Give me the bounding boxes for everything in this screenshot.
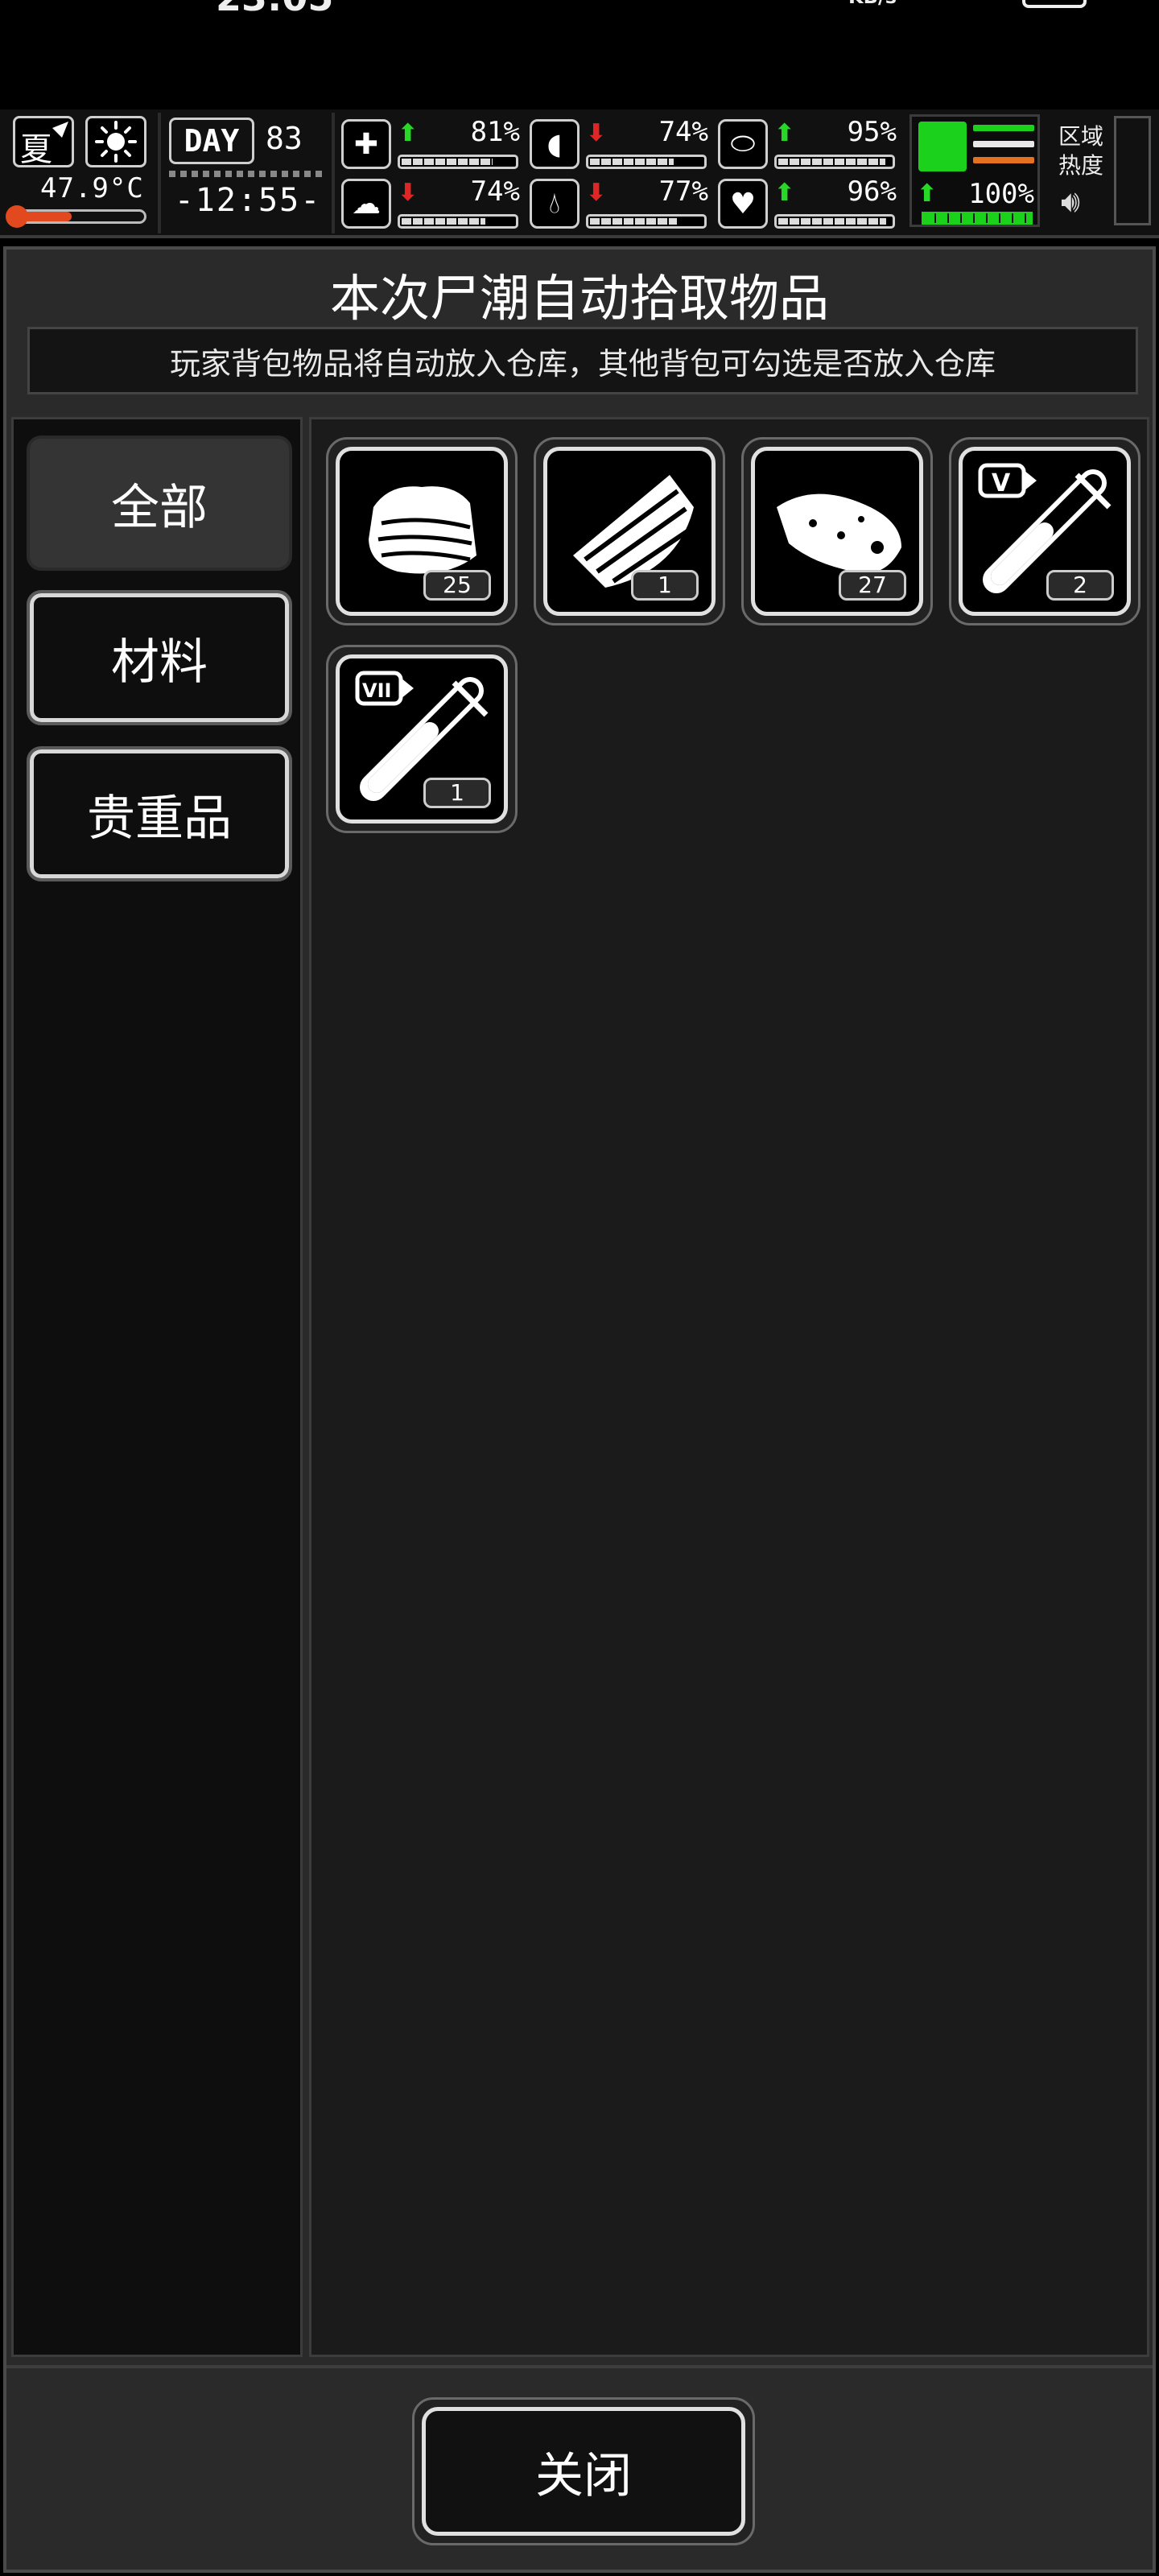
item-count: 2 [1046,570,1114,601]
stamina-bar [922,212,1033,225]
stat-bar [774,155,895,169]
item-slot[interactable]: 1 [534,437,725,625]
season-badge: 夏 [13,116,74,168]
item-count: 27 [839,570,906,601]
item-count: 1 [631,570,699,601]
day-number: 83 [266,121,303,156]
stamina-box: ⬆ 100% [909,114,1040,227]
trend-arrow-icon: ⬇ [586,179,607,207]
sun-icon [95,121,137,163]
tier-label: V [992,469,1011,497]
category-tab-materials[interactable]: 材料 [27,590,292,725]
stat-health: ✚ ⬆ 81% [341,116,523,172]
category-tab-valuables[interactable]: 贵重品 [27,746,292,881]
stat-heart: ♥ ⬆ 96% [718,175,900,232]
signal-icon [911,0,1008,8]
panel-subtitle: 玩家背包物品将自动放入仓库，其他背包可勾选是否放入仓库 [27,327,1138,394]
season-label: 夏 [20,131,52,168]
item-slot[interactable]: VII 1 [326,645,518,833]
stat-bar-fill [590,159,674,165]
item-slot[interactable]: V 2 [949,437,1140,625]
divider [332,113,335,233]
net-speed: KB/s [848,0,897,8]
stamina-percent: 100% [968,178,1034,210]
stat-hygiene: ⬭ ⬆ 95% [718,116,900,172]
status-bar: 23:05 KB/s [0,0,1159,105]
item-count: 1 [423,778,491,808]
close-button-label: 关闭 [422,2407,745,2536]
stomach-icon: ◖ [530,119,580,169]
zone-heat-label: 区域 热度 [1058,123,1103,179]
trend-arrow-icon: ⬆ [774,179,795,207]
day-label: DAY [169,118,254,164]
stat-percent: 77% [658,175,708,208]
stat-percent: 74% [470,175,520,208]
boot-icon [918,122,967,171]
heart-icon: ♥ [718,179,768,229]
stat-percent: 95% [847,116,897,148]
item-slot[interactable]: 25 [326,437,518,625]
trend-arrow-icon: ⬇ [586,119,607,147]
auto-loot-panel: 本次尸潮自动拾取物品 玩家背包物品将自动放入仓库，其他背包可勾选是否放入仓库 全… [3,246,1156,2573]
thermometer-icon [6,205,28,228]
water-drop-icon: 💧︎ [530,179,580,229]
close-button[interactable]: 关闭 [412,2397,755,2545]
category-sidebar: 全部 材料 贵重品 [11,417,303,2357]
game-clock: -12:55- [174,182,322,219]
tier-label: VII [362,679,391,702]
stat-bar-fill [590,218,677,225]
stat-thirst: 💧︎ ⬇ 77% [530,175,711,232]
status-icons: KB/s [848,0,1087,8]
item-count: 25 [423,570,491,601]
stamina-lines [973,125,1034,173]
stat-hunger: ◖ ⬇ 74% [530,116,711,172]
flag-icon [52,122,68,138]
item-grid: 25 1 27 V 2 VII 1 [309,417,1149,2357]
survival-hud: 夏 47.9°C DAY 83 -12:55- ✚ ⬆ 81% ◖ ⬇ 74% [0,109,1159,238]
category-tab-all[interactable]: 全部 [27,436,292,571]
stat-bar [398,155,518,169]
status-time: 23:05 [216,0,333,19]
battery-icon [1022,0,1087,8]
pill-icon: ⬭ [718,119,768,169]
divider [158,113,161,233]
stat-percent: 96% [847,175,897,208]
stat-bar-fill [402,218,485,225]
stat-bar-fill [778,218,887,225]
stat-percent: 81% [470,116,520,148]
item-slot[interactable]: 27 [741,437,933,625]
stat-mood: ☁ ⬇ 74% [341,175,523,232]
speaker-icon[interactable]: 🔊︎ [1061,184,1080,220]
brain-icon: ☁ [341,179,391,229]
stat-bar-fill [778,159,885,165]
first-aid-icon: ✚ [341,119,391,169]
day-progress-dots [169,171,322,177]
panel-footer: 关闭 [6,2365,1153,2566]
stat-percent: 74% [658,116,708,148]
stamina-bar-fill [923,213,1031,223]
weather-box [85,116,146,167]
stat-bar [774,214,895,229]
stat-bar [398,214,518,229]
trend-arrow-icon: ⬇ [398,179,419,207]
trend-arrow-icon: ⬆ [917,180,938,208]
zone-heat-meter [1114,116,1151,225]
trend-arrow-icon: ⬆ [398,119,419,147]
temperature-readout: 47.9°C [40,172,144,204]
stat-bar [586,155,707,169]
trend-arrow-icon: ⬆ [774,119,795,147]
stat-bar [586,214,707,229]
stat-bar-fill [402,159,493,165]
thermometer-bar [6,205,146,228]
panel-title: 本次尸潮自动拾取物品 [329,269,829,328]
